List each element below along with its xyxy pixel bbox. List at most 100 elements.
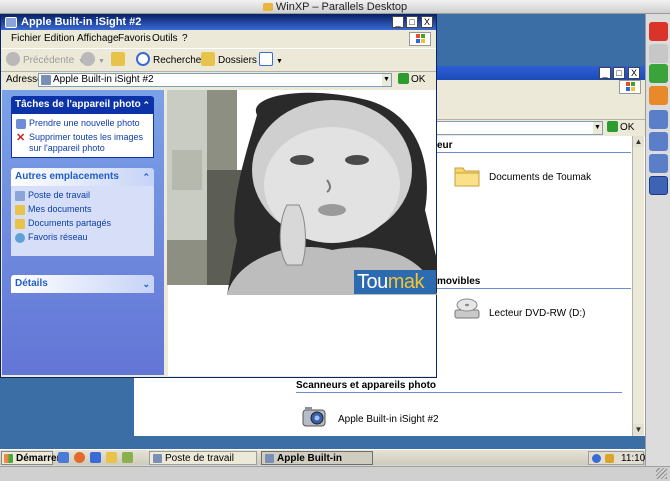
close-button[interactable]: X bbox=[421, 16, 433, 28]
stop-vm-icon[interactable] bbox=[649, 22, 668, 41]
place-mes-documents[interactable]: Mes documents bbox=[28, 204, 92, 214]
mac-window-titlebar[interactable]: WinXP – Parallels Desktop bbox=[0, 0, 670, 14]
collapse-icon[interactable]: ⌃ bbox=[142, 168, 150, 186]
maximize-button[interactable]: □ bbox=[613, 67, 625, 79]
back-window-titlebar[interactable]: _ □ X bbox=[435, 66, 645, 80]
go-button[interactable]: OK bbox=[398, 73, 432, 87]
reset-vm-icon[interactable] bbox=[649, 86, 668, 105]
address-field[interactable]: Apple Built-in iSight #2 bbox=[38, 73, 392, 87]
minimize-button[interactable]: _ bbox=[392, 16, 404, 28]
expand-icon[interactable]: ⌄ bbox=[142, 275, 150, 293]
tray-app-icon[interactable] bbox=[605, 454, 614, 463]
dvd-drive-icon[interactable] bbox=[453, 296, 481, 322]
tool-quicklaunch-icon[interactable] bbox=[122, 452, 133, 463]
forward-button[interactable]: ▼ bbox=[81, 52, 105, 70]
baby-photo bbox=[167, 90, 437, 295]
devices-icon[interactable] bbox=[649, 176, 668, 195]
back-button[interactable]: Précédente▼ bbox=[6, 52, 85, 70]
camera-window-icon bbox=[5, 17, 17, 28]
up-folder-button[interactable] bbox=[111, 52, 128, 70]
clock[interactable]: 11:10 bbox=[621, 452, 645, 466]
section-rule bbox=[296, 392, 622, 393]
section-rule bbox=[435, 288, 631, 289]
back-window-scrollbar[interactable]: ▲ ▼ bbox=[632, 136, 644, 436]
computer-icon bbox=[15, 191, 25, 201]
camera-icon[interactable] bbox=[300, 402, 330, 432]
parallels-toolbar bbox=[645, 14, 670, 481]
menu-outils[interactable]: Outils bbox=[152, 33, 178, 44]
system-tray: 11:10 bbox=[588, 451, 645, 466]
lock-icon bbox=[262, 3, 273, 11]
camera-item-label[interactable]: Apple Built-in iSight #2 bbox=[338, 414, 439, 425]
scroll-up-icon[interactable]: ▲ bbox=[633, 136, 644, 147]
desktop-quicklaunch-icon[interactable] bbox=[58, 452, 69, 463]
scroll-down-icon[interactable]: ▼ bbox=[633, 424, 644, 435]
camera-tasks-body: Prendre une nouvelle photo ✕ Supprimer t… bbox=[11, 114, 154, 158]
minimize-button[interactable]: _ bbox=[599, 67, 611, 79]
menu-affichage[interactable]: Affichage bbox=[77, 33, 119, 44]
folder-item-label[interactable]: Documents de Toumak bbox=[489, 172, 591, 183]
camera-icon bbox=[16, 119, 26, 129]
camera-tasks-header[interactable]: Tâches de l'appareil photo ⌃ bbox=[11, 96, 154, 114]
views-button[interactable]: ▼ bbox=[259, 52, 283, 70]
folder-icon[interactable] bbox=[453, 162, 481, 188]
task-delete-all[interactable]: Supprimer toutes les images sur l'appare… bbox=[29, 132, 151, 154]
search-button[interactable]: Rechercher bbox=[136, 52, 205, 70]
folders-icon bbox=[201, 52, 215, 66]
resize-grip-icon[interactable] bbox=[656, 468, 667, 479]
dvd-drive-label[interactable]: Lecteur DVD-RW (D:) bbox=[489, 308, 586, 319]
place-favoris-reseau[interactable]: Favoris réseau bbox=[28, 232, 88, 242]
menu-fichier[interactable]: Fichier bbox=[11, 33, 41, 44]
computer-icon bbox=[153, 454, 162, 463]
windows-flag-icon bbox=[409, 32, 431, 46]
pause-vm-icon[interactable] bbox=[649, 44, 668, 63]
maximize-button[interactable]: □ bbox=[406, 16, 418, 28]
app-quicklaunch-icon[interactable] bbox=[90, 452, 101, 463]
back-go-button[interactable]: OK bbox=[607, 121, 641, 135]
play-vm-icon[interactable] bbox=[649, 64, 668, 83]
tray-network-icon[interactable] bbox=[592, 454, 601, 463]
section-rule bbox=[435, 152, 631, 153]
window-mode-icon[interactable] bbox=[649, 110, 668, 129]
windows-taskbar: Démarrer Poste de travail Apple Built-in… bbox=[0, 449, 645, 478]
collapse-icon[interactable]: ⌃ bbox=[142, 96, 150, 114]
screenshot-icon[interactable] bbox=[649, 154, 668, 173]
back-window-menubar bbox=[435, 80, 645, 94]
chevron-down-icon[interactable]: ▼ bbox=[593, 122, 602, 134]
menu-help[interactable]: ? bbox=[182, 33, 188, 44]
taskbar-item-poste-de-travail[interactable]: Poste de travail bbox=[149, 451, 257, 465]
menu-edition[interactable]: Edition bbox=[44, 33, 75, 44]
documents-folder-icon bbox=[15, 205, 25, 215]
details-header[interactable]: Détails ⌄ bbox=[11, 275, 154, 293]
windows-logo-icon bbox=[4, 454, 13, 463]
back-address-field[interactable] bbox=[433, 121, 603, 135]
front-window-titlebar[interactable]: Apple Built-in iSight #2 _ □ X bbox=[1, 15, 436, 30]
taskbar-item-isight[interactable]: Apple Built-in iSight #2 bbox=[261, 451, 373, 478]
folder-quicklaunch-icon[interactable] bbox=[106, 452, 117, 463]
back-window-addressbar: ▼ OK bbox=[433, 120, 645, 136]
menu-favoris[interactable]: Favoris bbox=[118, 33, 151, 44]
browser-quicklaunch-icon[interactable] bbox=[74, 452, 85, 463]
folders-button[interactable]: Dossiers bbox=[201, 52, 257, 70]
start-button[interactable]: Démarrer bbox=[1, 451, 60, 465]
place-poste-de-travail[interactable]: Poste de travail bbox=[28, 190, 90, 200]
task-take-photo[interactable]: Prendre une nouvelle photo bbox=[29, 118, 140, 128]
chevron-down-icon: ▼ bbox=[276, 58, 283, 65]
go-arrow-icon bbox=[398, 73, 409, 84]
chevron-down-icon[interactable]: ▼ bbox=[382, 74, 391, 86]
up-folder-icon bbox=[111, 52, 125, 66]
camera-small-icon bbox=[41, 75, 51, 85]
chevron-down-icon: ▼ bbox=[98, 58, 105, 65]
shared-folder-icon bbox=[15, 219, 25, 229]
network-icon bbox=[15, 233, 25, 243]
views-icon bbox=[259, 52, 273, 66]
front-window-menubar: Fichier Edition Affichage Favoris Outils… bbox=[1, 31, 436, 47]
front-window-title: Apple Built-in iSight #2 bbox=[21, 16, 142, 28]
go-arrow-icon bbox=[607, 121, 618, 132]
fullscreen-icon[interactable] bbox=[649, 132, 668, 151]
task-pane: Tâches de l'appareil photo ⌃ Prendre une… bbox=[2, 90, 164, 375]
place-documents-partages[interactable]: Documents partagés bbox=[28, 218, 111, 228]
other-places-header[interactable]: Autres emplacements ⌃ bbox=[11, 168, 154, 186]
close-button[interactable]: X bbox=[628, 67, 640, 79]
scanners-section-header: Scanneurs et appareils photo bbox=[296, 380, 437, 391]
